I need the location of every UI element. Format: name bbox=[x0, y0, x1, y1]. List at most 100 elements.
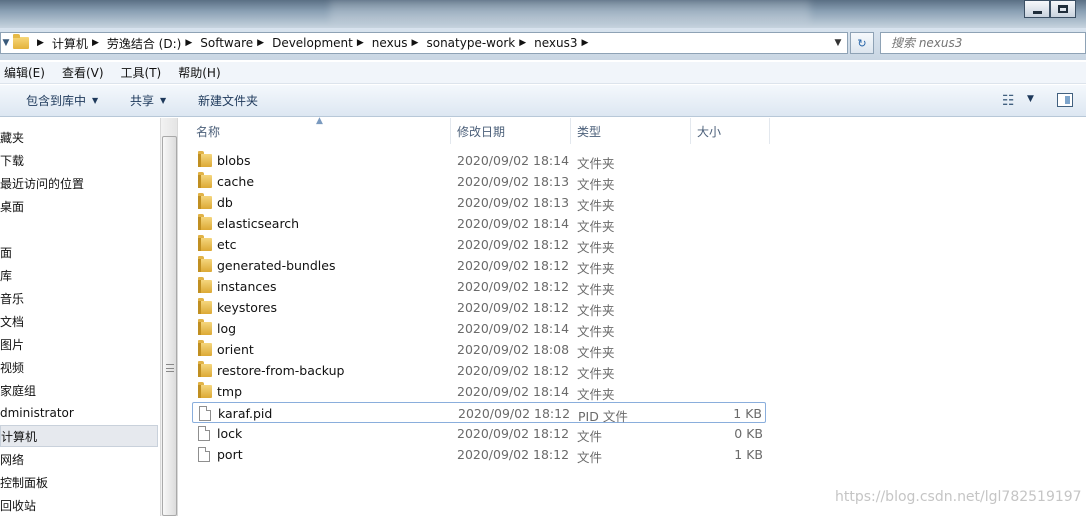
file-type: 文件夹 bbox=[577, 219, 615, 234]
file-name: tmp bbox=[217, 384, 243, 399]
nav-item[interactable]: 库 bbox=[0, 264, 12, 286]
file-icon bbox=[198, 447, 210, 462]
folder-icon bbox=[198, 319, 212, 335]
breadcrumb-nexus[interactable]: nexus ▶ bbox=[372, 36, 427, 50]
recent-locations-icon[interactable]: ▼ bbox=[1, 33, 11, 53]
minimize-button[interactable] bbox=[1024, 0, 1050, 18]
view-dropdown-icon[interactable]: ▼ bbox=[1027, 94, 1034, 104]
nav-item[interactable]: 面 bbox=[0, 241, 12, 263]
file-date: 2020/09/02 18:12 bbox=[457, 237, 570, 252]
preview-pane-icon[interactable] bbox=[1057, 93, 1073, 107]
chevron-right-icon[interactable]: ▶ bbox=[519, 38, 526, 48]
file-row[interactable]: keystores 2020/09/02 18:12 文件夹 bbox=[192, 297, 766, 318]
search-input[interactable] bbox=[891, 36, 1081, 50]
file-row[interactable]: generated-bundles 2020/09/02 18:12 文件夹 bbox=[192, 255, 766, 276]
chevron-right-icon[interactable]: ▶ bbox=[185, 38, 192, 48]
file-row[interactable]: etc 2020/09/02 18:12 文件夹 bbox=[192, 234, 766, 255]
nav-scrollbar[interactable] bbox=[160, 118, 178, 516]
chevron-right-icon[interactable]: ▶ bbox=[257, 38, 264, 48]
minimize-icon bbox=[1032, 11, 1042, 14]
nav-item[interactable]: 音乐 bbox=[0, 287, 24, 309]
nav-item[interactable]: dministrator bbox=[0, 402, 74, 424]
folder-icon bbox=[198, 193, 212, 209]
breadcrumb-drive-d[interactable]: 劳逸结合 (D:) ▶ bbox=[107, 35, 200, 52]
file-type: 文件夹 bbox=[577, 366, 615, 381]
file-date: 2020/09/02 18:12 bbox=[457, 300, 570, 315]
nav-item[interactable]: 网络 bbox=[0, 448, 24, 470]
share-button[interactable]: 共享 ▼ bbox=[130, 92, 166, 109]
chevron-right-icon[interactable]: ▶ bbox=[357, 38, 364, 48]
file-type: 文件夹 bbox=[577, 324, 615, 339]
nav-item[interactable]: 控制面板 bbox=[0, 471, 48, 493]
nav-item[interactable]: 家庭组 bbox=[0, 379, 36, 401]
breadcrumb-development[interactable]: Development ▶ bbox=[272, 36, 372, 50]
file-row[interactable]: tmp 2020/09/02 18:14 文件夹 bbox=[192, 381, 766, 402]
chevron-right-icon[interactable]: ▶ bbox=[582, 38, 589, 48]
file-name: restore-from-backup bbox=[217, 363, 345, 378]
breadcrumb-computer[interactable]: 计算机 ▶ bbox=[52, 35, 107, 52]
file-row[interactable]: log 2020/09/02 18:14 文件夹 bbox=[192, 318, 766, 339]
menu-edit[interactable]: 编辑(E) bbox=[4, 64, 45, 81]
folder-icon bbox=[198, 340, 212, 356]
file-name: blobs bbox=[217, 153, 251, 168]
view-options-icon[interactable]: ☷ bbox=[1002, 93, 1015, 109]
refresh-button[interactable]: ↻ bbox=[850, 32, 874, 54]
nav-item[interactable]: 藏夹 bbox=[0, 126, 24, 148]
new-folder-button[interactable]: 新建文件夹 bbox=[198, 92, 258, 109]
folder-icon bbox=[198, 256, 212, 272]
address-bar[interactable]: ▼ ▶ 计算机 ▶ 劳逸结合 (D:) ▶ Software ▶ Developmen… bbox=[0, 32, 848, 54]
file-row[interactable]: instances 2020/09/02 18:12 文件夹 bbox=[192, 276, 766, 297]
nav-item[interactable]: 最近访问的位置 bbox=[0, 172, 84, 194]
file-name: db bbox=[217, 195, 233, 210]
maximize-button[interactable] bbox=[1050, 0, 1076, 18]
column-header-name[interactable]: 名称 bbox=[196, 118, 451, 144]
file-date: 2020/09/02 18:12 bbox=[457, 363, 570, 378]
file-type: 文件夹 bbox=[577, 261, 615, 276]
file-row[interactable]: restore-from-backup 2020/09/02 18:12 文件夹 bbox=[192, 360, 766, 381]
breadcrumb-sonatype-work[interactable]: sonatype-work ▶ bbox=[426, 36, 534, 50]
address-dropdown-icon[interactable]: ▼ bbox=[830, 34, 846, 52]
nav-item[interactable]: 文档 bbox=[0, 310, 24, 332]
grip-icon bbox=[166, 364, 174, 372]
file-date: 2020/09/02 18:13 bbox=[457, 174, 570, 189]
menu-view[interactable]: 查看(V) bbox=[62, 64, 104, 81]
file-date: 2020/09/02 18:14 bbox=[457, 153, 570, 168]
column-header-size[interactable]: 大小 bbox=[697, 118, 767, 144]
breadcrumb-nexus3[interactable]: nexus3 ▶ bbox=[534, 36, 596, 50]
menu-tools[interactable]: 工具(T) bbox=[121, 64, 162, 81]
menu-help[interactable]: 帮助(H) bbox=[178, 64, 220, 81]
file-row[interactable]: karaf.pid 2020/09/02 18:12 PID 文件 1 KB bbox=[192, 402, 766, 424]
file-row[interactable]: port 2020/09/02 18:12 文件 1 KB bbox=[192, 444, 766, 465]
file-row[interactable]: orient 2020/09/02 18:08 文件夹 bbox=[192, 339, 766, 360]
maximize-icon bbox=[1058, 5, 1068, 13]
nav-item[interactable]: 视频 bbox=[0, 356, 24, 378]
column-header-date[interactable]: 修改日期 bbox=[457, 118, 572, 144]
title-blur bbox=[330, 0, 810, 22]
file-name: log bbox=[217, 321, 237, 336]
nav-item[interactable]: 桌面 bbox=[0, 195, 24, 217]
file-row[interactable]: db 2020/09/02 18:13 文件夹 bbox=[192, 192, 766, 213]
folder-icon bbox=[198, 214, 212, 230]
chevron-right-icon[interactable]: ▶ bbox=[92, 38, 99, 48]
file-row[interactable]: blobs 2020/09/02 18:14 文件夹 bbox=[192, 150, 766, 171]
file-date: 2020/09/02 18:12 bbox=[458, 406, 571, 421]
file-date: 2020/09/02 18:12 bbox=[457, 447, 570, 462]
file-row[interactable]: elasticsearch 2020/09/02 18:14 文件夹 bbox=[192, 213, 766, 234]
nav-item[interactable]: 下载 bbox=[0, 149, 24, 171]
nav-item[interactable]: 回收站 bbox=[0, 494, 36, 516]
folder-icon bbox=[198, 277, 212, 293]
file-row[interactable]: lock 2020/09/02 18:12 文件 0 KB bbox=[192, 423, 766, 444]
breadcrumb-software[interactable]: Software ▶ bbox=[200, 36, 272, 50]
include-in-library-button[interactable]: 包含到库中 ▼ bbox=[26, 92, 98, 109]
file-row[interactable]: cache 2020/09/02 18:13 文件夹 bbox=[192, 171, 766, 192]
file-type: 文件夹 bbox=[577, 156, 615, 171]
chevron-right-icon[interactable]: ▶ bbox=[37, 38, 44, 48]
nav-item[interactable]: 图片 bbox=[0, 333, 24, 355]
file-type: 文件夹 bbox=[577, 282, 615, 297]
chevron-right-icon[interactable]: ▶ bbox=[412, 38, 419, 48]
column-header-type[interactable]: 类型 bbox=[577, 118, 692, 144]
nav-item[interactable]: 计算机 bbox=[0, 425, 158, 447]
search-box[interactable] bbox=[880, 32, 1086, 54]
file-name: lock bbox=[217, 426, 243, 441]
nav-scrollbar-thumb[interactable] bbox=[162, 136, 177, 516]
